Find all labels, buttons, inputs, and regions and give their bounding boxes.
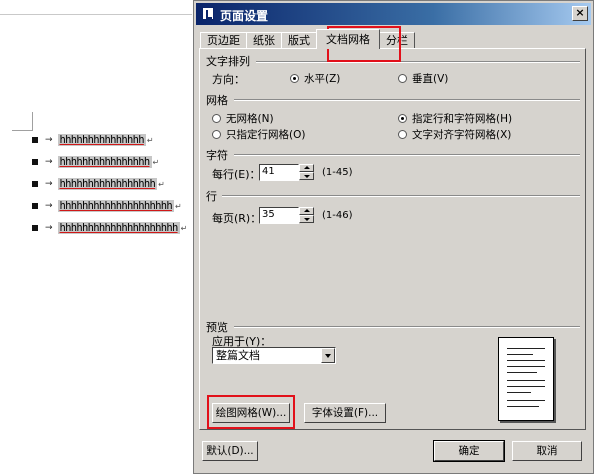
tab-document-grid[interactable]: 文档网格 bbox=[316, 29, 380, 49]
chevron-down-icon[interactable] bbox=[321, 348, 335, 363]
text-direction-group-label: 文字排列 bbox=[206, 55, 250, 68]
document-top-border bbox=[0, 14, 192, 15]
chars-per-line-label: 每行(E)： bbox=[212, 168, 261, 181]
list-item-text[interactable]: hhhhhhhhhhhhhhhh bbox=[57, 156, 152, 168]
radio-unselected-icon bbox=[212, 114, 221, 123]
grid-group-label: 网格 bbox=[206, 94, 228, 107]
preview-text-line bbox=[507, 406, 539, 407]
paragraph-mark-icon: ↵ bbox=[158, 179, 165, 189]
bullet-icon bbox=[32, 159, 38, 165]
tab-arrow-icon: → bbox=[45, 179, 53, 189]
tab-arrow-icon: → bbox=[45, 135, 53, 145]
tab-strip: 页边距 纸张 版式 文档网格 分栏 bbox=[200, 29, 415, 49]
lines-group-label: 行 bbox=[206, 190, 217, 203]
direction-label: 方向： bbox=[212, 73, 245, 86]
list-item-text[interactable]: hhhhhhhhhhhhhhhhhhhh bbox=[57, 200, 174, 212]
lines-per-page-input[interactable]: 35 bbox=[259, 207, 299, 224]
radio-unselected-icon bbox=[398, 74, 407, 83]
line-grid-only-radio-label: 只指定行网格(O) bbox=[226, 129, 306, 141]
tab-layout[interactable]: 版式 bbox=[281, 32, 317, 48]
snap-to-char-grid-radio[interactable]: 文字对齐字符网格(X) bbox=[398, 127, 511, 142]
preview-text-line bbox=[507, 348, 545, 349]
no-grid-radio[interactable]: 无网格(N) bbox=[212, 111, 274, 126]
preview-text-line bbox=[507, 392, 531, 393]
preview-text-line bbox=[507, 372, 537, 373]
group-divider bbox=[234, 154, 580, 156]
bullet-icon bbox=[32, 225, 38, 231]
bullet-icon bbox=[32, 137, 38, 143]
apply-to-select[interactable]: 整篇文档 bbox=[212, 347, 336, 364]
lines-range-hint: (1-46) bbox=[322, 210, 353, 221]
radio-selected-icon bbox=[398, 114, 407, 123]
line-and-char-grid-radio-label: 指定行和字符网格(H) bbox=[412, 113, 513, 125]
group-divider bbox=[222, 195, 580, 197]
list-item[interactable]: → hhhhhhhhhhhhhhh ↵ bbox=[32, 133, 154, 147]
chars-per-line-stepper[interactable]: 41 bbox=[259, 164, 314, 181]
dialog-title: 页面设置 bbox=[220, 9, 269, 23]
list-item[interactable]: → hhhhhhhhhhhhhhhhhhhhh ↵ bbox=[32, 221, 187, 235]
tab-paper[interactable]: 纸张 bbox=[246, 32, 282, 48]
radio-selected-icon bbox=[290, 74, 299, 83]
tab-arrow-icon: → bbox=[45, 201, 53, 211]
paragraph-mark-icon: ↵ bbox=[174, 201, 182, 211]
list-item[interactable]: → hhhhhhhhhhhhhhhhh ↵ bbox=[32, 177, 165, 191]
vertical-radio-label: 垂直(V) bbox=[412, 73, 449, 85]
lines-per-page-label: 每页(R)： bbox=[212, 212, 262, 225]
lines-per-page-stepper[interactable]: 35 bbox=[259, 207, 314, 224]
group-divider bbox=[256, 61, 580, 63]
tab-arrow-icon: → bbox=[45, 157, 53, 167]
paragraph-mark-icon: ↵ bbox=[152, 157, 160, 167]
tab-columns[interactable]: 分栏 bbox=[379, 32, 415, 48]
horizontal-radio[interactable]: 水平(Z) bbox=[290, 71, 340, 86]
list-item[interactable]: → hhhhhhhhhhhhhhhh ↵ bbox=[32, 155, 159, 169]
horizontal-radio-label: 水平(Z) bbox=[304, 73, 341, 85]
decrement-button[interactable] bbox=[299, 215, 314, 223]
group-divider bbox=[234, 99, 580, 101]
dialog-titlebar[interactable]: 页面设置 × bbox=[196, 3, 591, 25]
group-divider bbox=[234, 326, 580, 328]
no-grid-radio-label: 无网格(N) bbox=[226, 113, 274, 125]
cancel-button[interactable]: 取消 bbox=[512, 441, 582, 461]
vertical-radio[interactable]: 垂直(V) bbox=[398, 71, 448, 86]
tab-arrow-icon: → bbox=[45, 223, 53, 233]
bullet-icon bbox=[32, 181, 38, 187]
preview-text-line bbox=[507, 354, 533, 355]
radio-unselected-icon bbox=[398, 130, 407, 139]
ok-button[interactable]: 确定 bbox=[433, 440, 505, 462]
tab-margins[interactable]: 页边距 bbox=[200, 32, 247, 48]
paragraph-mark-icon: ↵ bbox=[146, 135, 154, 145]
characters-group-label: 字符 bbox=[206, 149, 228, 162]
page-setup-dialog: 页面设置 × 页边距 纸张 版式 文档网格 分栏 文字排列 方向： 水平(Z) … bbox=[193, 0, 594, 474]
list-item-text[interactable]: hhhhhhhhhhhhhhh bbox=[57, 134, 146, 146]
snap-to-char-grid-radio-label: 文字对齐字符网格(X) bbox=[412, 129, 512, 141]
preview-text-line bbox=[507, 360, 545, 361]
radio-unselected-icon bbox=[212, 130, 221, 139]
chars-range-hint: (1-45) bbox=[322, 167, 353, 178]
chars-per-line-input[interactable]: 41 bbox=[259, 164, 299, 181]
list-item-text[interactable]: hhhhhhhhhhhhhhhhh bbox=[57, 178, 158, 190]
line-and-char-grid-radio[interactable]: 指定行和字符网格(H) bbox=[398, 111, 512, 126]
preview-text-line bbox=[507, 386, 545, 387]
paragraph-mark-icon: ↵ bbox=[180, 223, 188, 233]
margin-corner-mark bbox=[12, 112, 33, 131]
preview-text-line bbox=[507, 380, 545, 381]
default-button[interactable]: 默认(D)... bbox=[202, 441, 258, 461]
apply-to-value: 整篇文档 bbox=[216, 349, 260, 362]
preview-text-line bbox=[507, 400, 545, 401]
font-settings-button[interactable]: 字体设置(F)... bbox=[304, 403, 386, 423]
preview-text-line bbox=[507, 366, 545, 367]
word-app-icon bbox=[202, 7, 214, 20]
close-button[interactable]: × bbox=[572, 6, 588, 21]
list-item-text[interactable]: hhhhhhhhhhhhhhhhhhhhh bbox=[57, 222, 180, 234]
line-grid-only-radio[interactable]: 只指定行网格(O) bbox=[212, 127, 305, 142]
increment-button[interactable] bbox=[299, 207, 314, 215]
draw-grid-button[interactable]: 绘图网格(W)... bbox=[212, 403, 290, 423]
increment-button[interactable] bbox=[299, 164, 314, 172]
list-item[interactable]: → hhhhhhhhhhhhhhhhhhhh ↵ bbox=[32, 199, 182, 213]
decrement-button[interactable] bbox=[299, 172, 314, 180]
bullet-icon bbox=[32, 203, 38, 209]
page-preview bbox=[498, 337, 554, 421]
